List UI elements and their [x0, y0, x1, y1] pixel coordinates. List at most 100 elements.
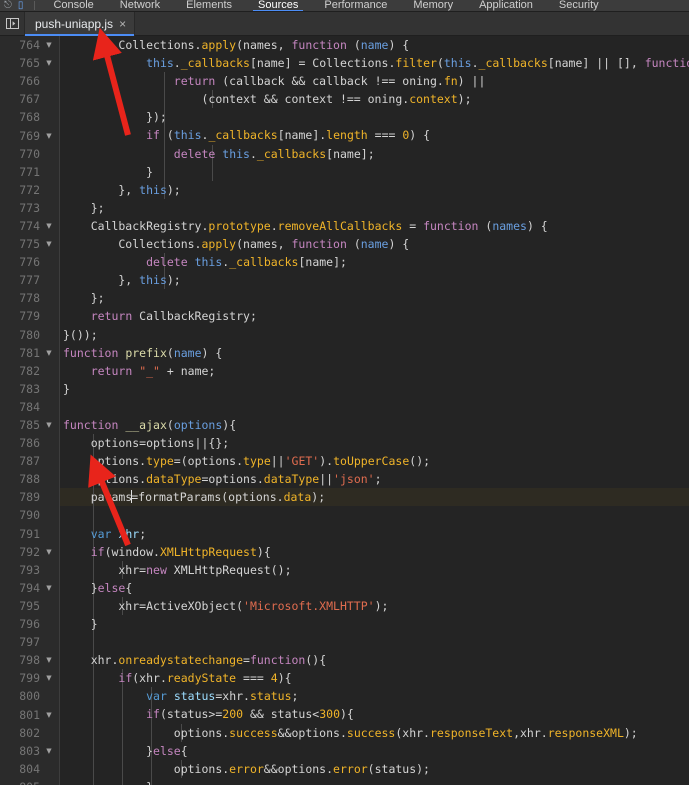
code-line-text[interactable]: options=options||{}; — [60, 434, 689, 453]
code-line-text[interactable]: function prefix(name) { — [60, 344, 689, 362]
file-tab-push-uniapp-js[interactable]: push-uniapp.js × — [24, 11, 136, 36]
line-gutter[interactable]: 800 — [0, 687, 60, 706]
line-gutter[interactable]: 795 — [0, 596, 60, 615]
line-gutter[interactable]: 771 — [0, 162, 60, 181]
fold-arrow-icon[interactable]: ▼ — [42, 54, 56, 72]
tab-sources[interactable]: Sources — [245, 0, 311, 11]
code-line-text[interactable]: }, this); — [60, 180, 689, 199]
fold-arrow-icon[interactable]: ▼ — [42, 742, 56, 760]
code-line[interactable]: 801 ▼ if(status>=200 && status<300){ — [0, 705, 689, 724]
code-line-text[interactable]: Collections.apply(names, function (name)… — [60, 235, 689, 253]
code-line[interactable]: 782 return "_" + name; — [0, 361, 689, 380]
line-gutter[interactable]: 804 — [0, 759, 60, 778]
fold-arrow-icon[interactable]: ▼ — [42, 651, 56, 669]
line-gutter[interactable]: 769 ▼ — [0, 126, 60, 145]
code-line-text[interactable]: var status=xhr.status; — [60, 687, 689, 706]
tab-application[interactable]: Application — [466, 0, 546, 11]
code-line[interactable]: 765 ▼ this._callbacks[name] = Collections… — [0, 54, 689, 73]
code-line[interactable]: 770 delete this._callbacks[name]; — [0, 144, 689, 163]
code-line[interactable]: 794 ▼ }else{ — [0, 578, 689, 597]
code-line[interactable]: 772 }, this); — [0, 180, 689, 199]
line-gutter[interactable]: 778 — [0, 289, 60, 308]
line-gutter[interactable]: 773 — [0, 198, 60, 217]
line-gutter[interactable]: 805 — [0, 777, 60, 785]
line-gutter[interactable]: 770 — [0, 144, 60, 163]
line-gutter[interactable]: 799 ▼ — [0, 669, 60, 688]
code-line-text[interactable]: if(window.XMLHttpRequest){ — [60, 542, 689, 561]
line-gutter[interactable]: 783 — [0, 379, 60, 398]
code-line[interactable]: 805 } — [0, 777, 689, 785]
line-gutter[interactable]: 788 — [0, 470, 60, 489]
code-line-text[interactable]: }else{ — [60, 741, 689, 760]
code-line[interactable]: 774 ▼ CallbackRegistry.prototype.removeAl… — [0, 216, 689, 236]
code-line[interactable]: 773 }; — [0, 198, 689, 217]
code-line[interactable]: 790 — [0, 506, 689, 525]
line-gutter[interactable]: 787 — [0, 452, 60, 471]
code-line[interactable]: 783} — [0, 379, 689, 398]
fold-arrow-icon[interactable]: ▼ — [42, 543, 56, 561]
line-gutter[interactable]: 793 — [0, 560, 60, 579]
code-line-text[interactable]: var xhr; — [60, 524, 689, 543]
line-gutter[interactable]: 777 — [0, 271, 60, 290]
line-gutter[interactable]: 803 ▼ — [0, 741, 60, 760]
code-line-text[interactable] — [60, 506, 689, 525]
line-gutter[interactable]: 802 — [0, 723, 60, 742]
line-gutter[interactable]: 786 — [0, 434, 60, 453]
code-line[interactable]: 784 — [0, 397, 689, 416]
cursor-inspect-icon[interactable]: ⎋ — [4, 0, 12, 11]
code-line[interactable]: 789 params=formatParams(options.data); — [0, 488, 689, 507]
tab-network[interactable]: Network — [107, 0, 173, 11]
code-line-text[interactable]: params=formatParams(options.data); — [60, 488, 689, 507]
line-gutter[interactable]: 784 — [0, 397, 60, 416]
line-gutter[interactable]: 765 ▼ — [0, 54, 60, 73]
code-line-text[interactable]: }; — [60, 289, 689, 307]
code-line-text[interactable]: options.success&&options.success(xhr.res… — [60, 723, 689, 742]
code-line-text[interactable]: return CallbackRegistry; — [60, 307, 689, 325]
line-gutter[interactable]: 781 ▼ — [0, 343, 60, 362]
tab-console[interactable]: Console — [40, 0, 106, 11]
code-line-text[interactable]: if(status>=200 && status<300){ — [60, 705, 689, 724]
code-line-text[interactable] — [60, 633, 689, 652]
code-line[interactable]: 793 xhr=new XMLHttpRequest(); — [0, 560, 689, 579]
source-code-editor[interactable]: 764 ▼ Collections.apply(names, function (… — [0, 36, 689, 785]
code-line[interactable]: 798 ▼ xhr.onreadystatechange=function(){ — [0, 651, 689, 670]
code-line[interactable]: 792 ▼ if(window.XMLHttpRequest){ — [0, 542, 689, 561]
code-line[interactable]: 803 ▼ }else{ — [0, 741, 689, 760]
code-line[interactable]: 800 var status=xhr.status; — [0, 687, 689, 706]
tab-performance[interactable]: Performance — [311, 0, 400, 11]
fold-arrow-icon[interactable]: ▼ — [42, 127, 56, 145]
code-line-text[interactable]: options.error&&options.error(status); — [60, 759, 689, 778]
line-gutter[interactable]: 764 ▼ — [0, 36, 60, 55]
line-gutter[interactable]: 797 — [0, 633, 60, 652]
code-line-text[interactable]: CallbackRegistry.prototype.removeAllCall… — [60, 217, 689, 235]
line-gutter[interactable]: 792 ▼ — [0, 542, 60, 561]
code-line-text[interactable]: this._callbacks[name] = Collections.filt… — [60, 54, 689, 72]
code-line-text[interactable]: xhr=new XMLHttpRequest(); — [60, 560, 689, 579]
code-line-text[interactable]: (context && context !== oning.context); — [60, 90, 689, 109]
fold-arrow-icon[interactable]: ▼ — [42, 669, 56, 687]
code-line-text[interactable]: options.type=(options.type||'GET').toUpp… — [60, 452, 689, 471]
fold-arrow-icon[interactable]: ▼ — [42, 217, 56, 235]
fold-arrow-icon[interactable]: ▼ — [42, 706, 56, 724]
fold-arrow-icon[interactable]: ▼ — [42, 235, 56, 253]
code-line-text[interactable]: delete this._callbacks[name]; — [60, 253, 689, 272]
code-line[interactable]: 786 options=options||{}; — [0, 434, 689, 453]
line-gutter[interactable]: 798 ▼ — [0, 651, 60, 670]
code-line[interactable]: 788 options.dataType=options.dataType||'… — [0, 470, 689, 489]
code-line[interactable]: 797 — [0, 633, 689, 652]
code-line-text[interactable]: xhr=ActiveXObject('Microsoft.XMLHTTP'); — [60, 596, 689, 615]
fold-arrow-icon[interactable]: ▼ — [42, 36, 56, 54]
code-line-text[interactable]: } — [60, 615, 689, 634]
navigator-panel-toggle-icon[interactable] — [0, 12, 24, 36]
line-gutter[interactable]: 782 — [0, 361, 60, 380]
fold-arrow-icon[interactable]: ▼ — [42, 344, 56, 362]
code-line[interactable]: 780}()); — [0, 325, 689, 344]
line-gutter[interactable]: 791 — [0, 524, 60, 543]
fold-arrow-icon[interactable]: ▼ — [42, 579, 56, 597]
code-line-text[interactable]: }); — [60, 108, 689, 127]
line-gutter[interactable]: 775 ▼ — [0, 235, 60, 254]
code-line[interactable]: 795 xhr=ActiveXObject('Microsoft.XMLHTTP… — [0, 596, 689, 615]
code-line-text[interactable]: }, this); — [60, 271, 689, 290]
line-gutter[interactable]: 780 — [0, 325, 60, 344]
code-line-text[interactable]: } — [60, 162, 689, 181]
